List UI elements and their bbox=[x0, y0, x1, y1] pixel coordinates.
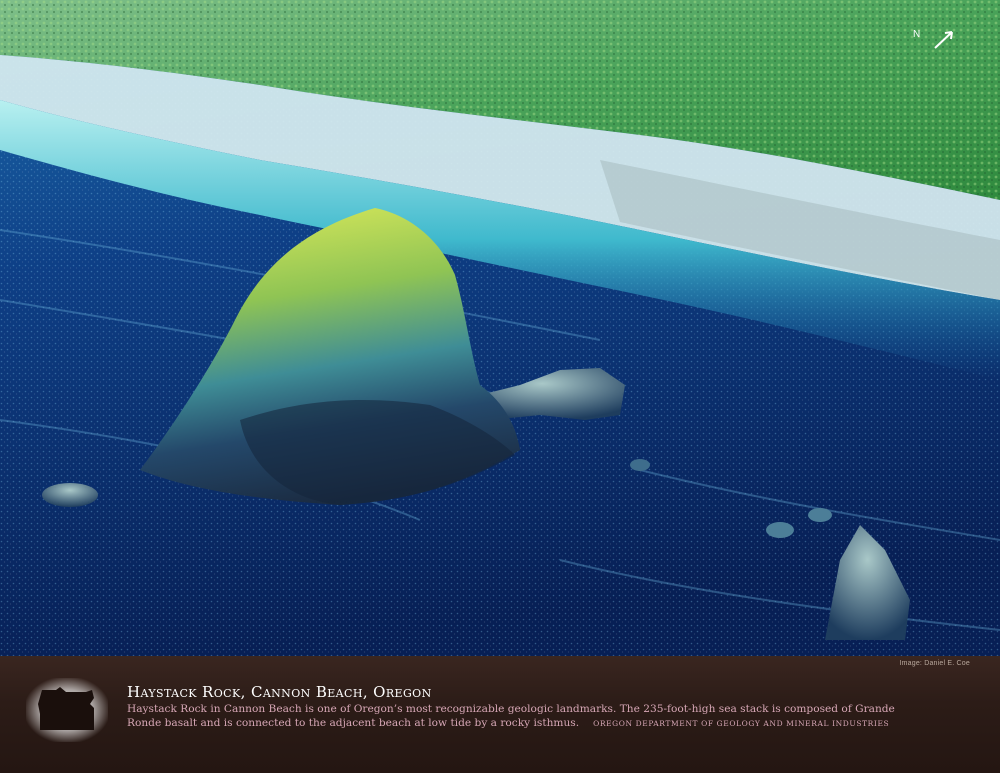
poster-description: Haystack Rock in Cannon Beach is one of … bbox=[127, 703, 927, 730]
small-rock bbox=[42, 483, 98, 507]
lidar-scene: N bbox=[0, 0, 1000, 656]
oregon-map-icon bbox=[38, 687, 94, 730]
poster-title: Haystack Rock, Cannon Beach, Oregon bbox=[127, 683, 432, 701]
image-credit: Image: Daniel E. Coe bbox=[899, 660, 970, 667]
north-label: N bbox=[913, 29, 920, 40]
agency-name: Oregon Department of Geology and Mineral… bbox=[593, 718, 890, 728]
